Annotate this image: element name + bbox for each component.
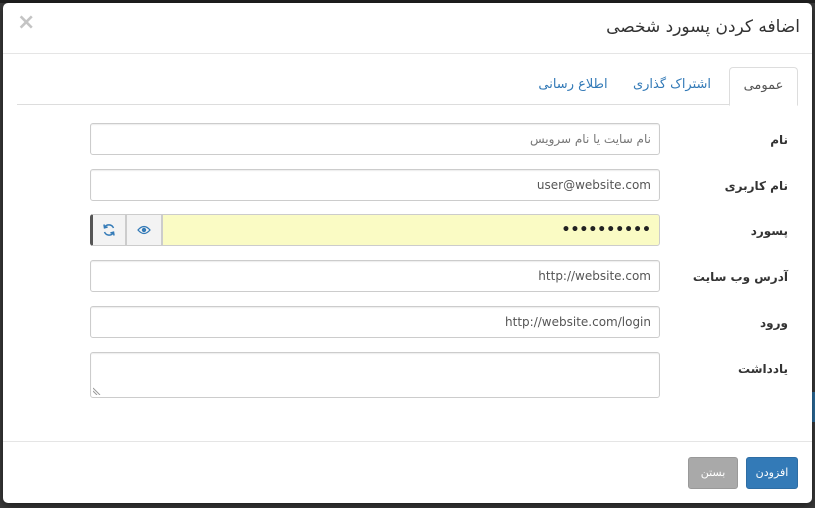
tab-notifications[interactable]: اطلاع رسانی [534, 67, 612, 105]
login-label: ورود [760, 316, 788, 330]
name-label: نام [770, 133, 788, 147]
login-input[interactable]: http://website.com/login [90, 306, 660, 338]
form-row-website: آدرس وب سایت http://website.com [3, 260, 812, 292]
form-row-note: یادداشت [3, 352, 812, 398]
close-button[interactable]: بستن [688, 457, 738, 489]
note-textarea[interactable] [90, 352, 660, 398]
form-row-name: نام نام سایت یا نام سرویس [3, 123, 812, 155]
tab-bar: عمومی اشتراک گذاری اطلاع رسانی [17, 67, 798, 106]
eye-icon [137, 225, 151, 235]
generate-password-button[interactable] [90, 214, 126, 246]
add-button[interactable]: افزودن [746, 457, 798, 489]
modal-title: اضافه کردن پسورد شخصی [606, 17, 800, 37]
password-label: پسورد [750, 224, 788, 238]
note-label: یادداشت [738, 362, 788, 376]
name-input[interactable]: نام سایت یا نام سرویس [90, 123, 660, 155]
toggle-password-button[interactable] [126, 214, 162, 246]
website-input[interactable]: http://website.com [90, 260, 660, 292]
tab-sharing[interactable]: اشتراک گذاری [628, 67, 716, 105]
modal-header: × اضافه کردن پسورد شخصی [3, 3, 812, 54]
form-row-username: نام کاربری user@website.com [3, 169, 812, 201]
close-icon[interactable]: × [17, 12, 35, 34]
form-row-login: ورود http://website.com/login [3, 306, 812, 338]
modal-footer: افزودن بستن [3, 441, 812, 503]
add-password-modal: × اضافه کردن پسورد شخصی عمومی اشتراک گذا… [3, 3, 812, 503]
password-group: •••••••••• [90, 214, 660, 246]
tab-general[interactable]: عمومی [729, 67, 798, 106]
resize-grip-icon[interactable] [93, 387, 101, 395]
form-row-password: پسورد •••••••••• [3, 214, 812, 246]
username-label: نام کاربری [724, 179, 788, 193]
username-input[interactable]: user@website.com [90, 169, 660, 201]
refresh-icon [103, 224, 115, 236]
website-label: آدرس وب سایت [692, 270, 788, 284]
password-input[interactable]: •••••••••• [162, 214, 660, 246]
